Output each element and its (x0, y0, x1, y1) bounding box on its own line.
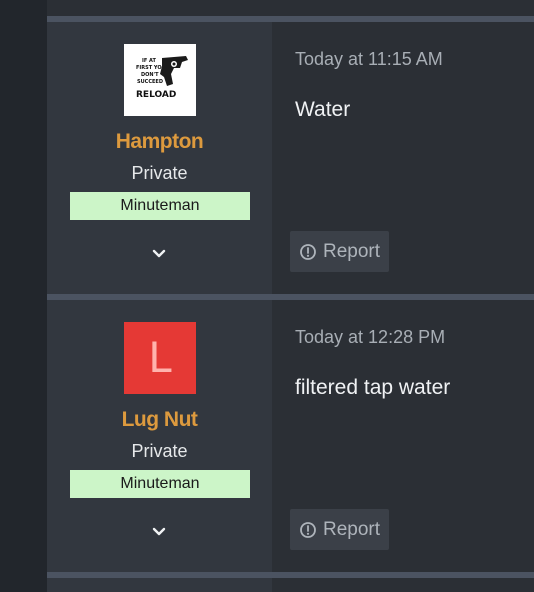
svg-text:SUCCEED: SUCCEED (137, 79, 163, 85)
post: L Lug Nut Private Minuteman Today at 12:… (47, 300, 534, 572)
svg-text:DON'T: DON'T (141, 72, 159, 78)
post-content-cell: Today at 12:28 PM filtered tap water Rep… (272, 300, 534, 572)
chevron-down-icon[interactable] (149, 522, 169, 542)
thread: IF AT FIRST YOU DON'T SUCCEED RELOAD Ham… (47, 0, 534, 592)
post-timestamp[interactable]: Today at 11:15 AM (295, 49, 443, 70)
alert-circle-icon (299, 521, 317, 539)
post-body: filtered tap water (295, 376, 451, 399)
avatar[interactable]: IF AT FIRST YOU DON'T SUCCEED RELOAD (124, 44, 196, 116)
svg-text:RELOAD: RELOAD (136, 90, 176, 100)
avatar-reload-revolver-image: IF AT FIRST YOU DON'T SUCCEED RELOAD (124, 44, 196, 116)
chevron-down-icon[interactable] (149, 244, 169, 264)
user-rank: Private (131, 163, 188, 183)
report-button[interactable]: Report (290, 509, 389, 550)
user-badge: Minuteman (70, 470, 250, 498)
post-content-cell: Today at 11:15 AM Water Report (272, 22, 534, 294)
report-button[interactable]: Report (290, 231, 389, 272)
user-badge: Minuteman (70, 192, 250, 220)
svg-text:IF AT: IF AT (142, 58, 156, 64)
post-body: Water (295, 98, 351, 121)
user-rank: Private (131, 441, 188, 461)
alert-circle-icon (299, 243, 317, 261)
avatar[interactable]: L (124, 322, 196, 394)
post-user-cell (47, 578, 272, 592)
left-rail (0, 0, 47, 592)
report-label: Report (322, 518, 381, 540)
username[interactable]: Hampton (47, 130, 272, 154)
post-content-cell (272, 578, 534, 592)
report-label: Report (322, 240, 381, 262)
post-user-cell: IF AT FIRST YOU DON'T SUCCEED RELOAD Ham… (47, 22, 272, 294)
post (47, 578, 534, 592)
post-timestamp[interactable]: Today at 12:28 PM (295, 327, 445, 348)
username[interactable]: Lug Nut (47, 408, 272, 432)
post: IF AT FIRST YOU DON'T SUCCEED RELOAD Ham… (47, 22, 534, 294)
post-user-cell: L Lug Nut Private Minuteman (47, 300, 272, 572)
